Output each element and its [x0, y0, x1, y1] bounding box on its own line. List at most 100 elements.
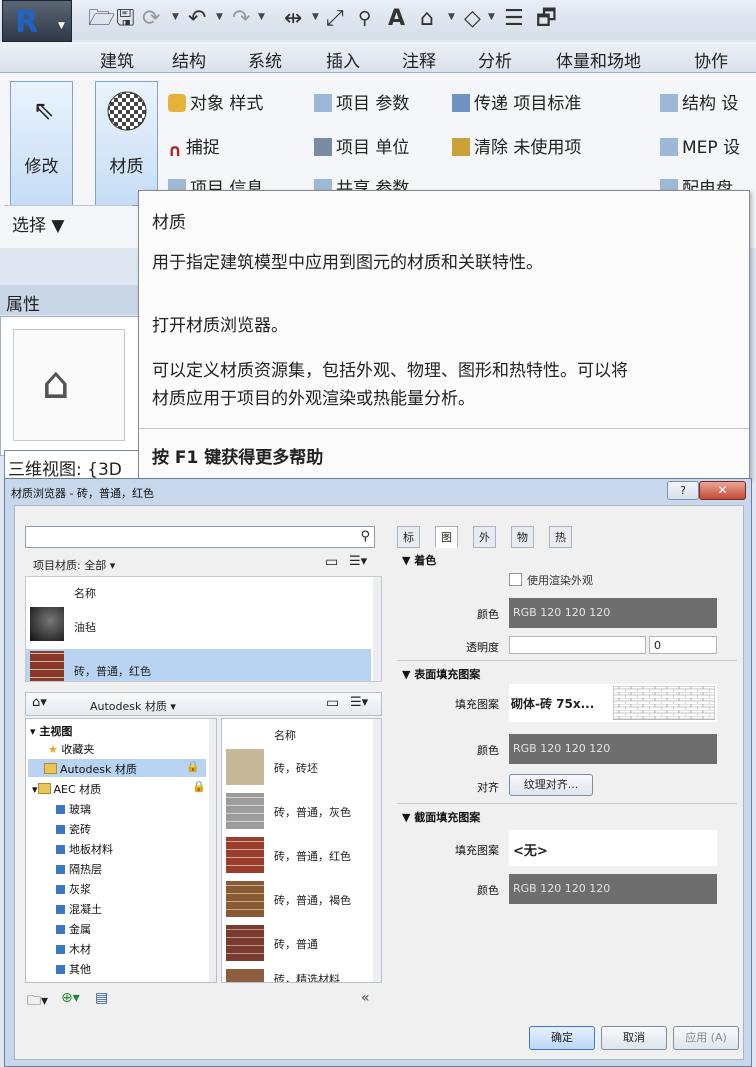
cut-color-swatch[interactable]: RGB 120 120 120: [509, 874, 717, 904]
chevron-down-icon[interactable]: ▼: [258, 12, 265, 22]
close-windows-icon[interactable]: 🗗: [536, 6, 557, 32]
tree-item[interactable]: 其他: [56, 961, 91, 977]
tab-annotate[interactable]: 注释: [402, 47, 436, 72]
tree-aec-materials[interactable]: ▾ AEC 材质: [32, 781, 101, 797]
list-item[interactable]: 砖，普通，灰色: [222, 789, 372, 833]
create-material-icon[interactable]: ⊕▾: [61, 990, 80, 1006]
3d-view-icon[interactable]: ⌂: [420, 6, 434, 32]
dimension-icon[interactable]: ⤢: [326, 6, 344, 32]
save-icon[interactable]: 🖫: [116, 6, 135, 32]
modify-button[interactable]: ⇖ 修改: [10, 81, 73, 206]
tab-massing-site[interactable]: 体量和场地: [556, 47, 641, 72]
tree-item[interactable]: 混凝土: [56, 901, 102, 917]
cancel-button[interactable]: 取消: [601, 1026, 667, 1050]
material-button[interactable]: 材质: [95, 81, 158, 206]
surface-pattern-picker[interactable]: 砌体-砖 75x...: [509, 684, 717, 722]
list-item-selected[interactable]: 砖，普通，红色: [26, 649, 371, 681]
chevron-down-icon[interactable]: ▼: [216, 12, 223, 22]
thin-lines-icon[interactable]: ☰: [504, 6, 524, 32]
tab-systems[interactable]: 系统: [248, 47, 282, 72]
undo-icon[interactable]: ↶: [188, 6, 206, 32]
shading-section[interactable]: ▼ 着色: [402, 552, 436, 568]
tree-autodesk-materials[interactable]: Autodesk 材质 🔒: [28, 759, 206, 777]
open-icon[interactable]: 🗁: [88, 6, 115, 32]
cut-pattern-section[interactable]: ▼ 截面填充图案: [402, 809, 480, 825]
tag-icon[interactable]: ⚲: [358, 6, 371, 32]
surface-pattern-section[interactable]: ▼ 表面填充图案: [402, 666, 480, 682]
help-button[interactable]: ?: [667, 481, 699, 500]
sync-icon[interactable]: ⟳: [142, 6, 160, 32]
panel-toggle-icon[interactable]: ▭: [326, 695, 339, 711]
view-options-icon[interactable]: ☰▾: [350, 695, 368, 710]
tree-item[interactable]: 金属: [56, 921, 91, 937]
cut-pattern-picker[interactable]: <无>: [509, 830, 717, 866]
tree-item[interactable]: 地板材料: [56, 841, 113, 857]
tab-collaborate[interactable]: 协作: [694, 47, 728, 72]
view-options-icon[interactable]: ☰▾: [349, 554, 367, 569]
snaps-button[interactable]: ∩ 捕捉: [168, 133, 220, 161]
project-parameters-button[interactable]: 项目 参数: [314, 89, 409, 114]
list-item[interactable]: 砖，普通，褐色: [222, 877, 372, 921]
tab-graphics[interactable]: 图形: [435, 526, 458, 566]
tab-identity[interactable]: 标识: [397, 526, 420, 566]
transparency-input[interactable]: 0: [649, 636, 717, 654]
text-icon[interactable]: A: [388, 6, 405, 32]
tree-item[interactable]: 玻璃: [56, 801, 91, 817]
tab-insert[interactable]: 插入: [326, 47, 360, 72]
list-item[interactable]: 油毡: [26, 605, 371, 645]
project-filter-dropdown[interactable]: 项目材质: 全部 ▾: [33, 557, 115, 573]
tree-item[interactable]: 瓷砖: [56, 821, 91, 837]
transfer-standards-button[interactable]: 传递 项目标准: [452, 89, 581, 114]
list-item[interactable]: 砖，砖坯: [222, 745, 372, 789]
tree-item[interactable]: 灰浆: [56, 881, 91, 897]
collapse-library-button[interactable]: «: [361, 990, 370, 1006]
ok-button[interactable]: 确定: [529, 1026, 595, 1050]
tab-appearance[interactable]: 外观: [473, 526, 496, 566]
measure-icon[interactable]: ⇹: [284, 6, 302, 32]
search-input[interactable]: ⚲: [25, 526, 375, 548]
shading-color-swatch[interactable]: RGB 120 120 120: [509, 598, 717, 628]
home-icon[interactable]: ⌂▾: [32, 695, 47, 710]
list-item[interactable]: 砖，精选材料: [222, 965, 372, 982]
close-button[interactable]: ✕: [699, 481, 746, 500]
panel-toggle-icon[interactable]: ▭: [325, 554, 338, 570]
scrollbar[interactable]: [373, 577, 381, 681]
tab-physical[interactable]: 物理: [511, 526, 534, 566]
search-icon[interactable]: ⚲: [360, 529, 370, 544]
surface-color-swatch[interactable]: RGB 120 120 120: [509, 734, 717, 764]
view-selector[interactable]: 三维视图: {3D: [4, 450, 144, 480]
purge-unused-button[interactable]: 清除 未使用项: [452, 133, 581, 158]
texture-align-button[interactable]: 纹理对齐...: [509, 774, 593, 796]
list-item[interactable]: 砖，普通: [222, 921, 372, 965]
asset-editor-icon[interactable]: ▤: [95, 990, 108, 1006]
tab-structure[interactable]: 结构: [172, 47, 206, 72]
scrollbar[interactable]: [373, 719, 381, 982]
tab-architecture[interactable]: 建筑: [100, 47, 134, 72]
chevron-down-icon[interactable]: ▼: [312, 12, 319, 22]
object-styles-button[interactable]: 对象 样式: [168, 89, 263, 114]
app-menu-button[interactable]: R ▼: [2, 0, 72, 42]
tree-item[interactable]: 木材: [56, 941, 91, 957]
library-dropdown[interactable]: Autodesk 材质 ▾: [90, 698, 176, 714]
select-panel-dropdown[interactable]: 选择 ▼: [4, 205, 132, 236]
tree-favorites[interactable]: ★ 收藏夹: [48, 741, 94, 757]
transparency-slider[interactable]: [509, 636, 646, 654]
mep-settings-button[interactable]: MEP 设: [660, 133, 740, 158]
tree-home[interactable]: ▾ 主视图: [30, 723, 72, 739]
tab-analyze[interactable]: 分析: [478, 47, 512, 72]
structural-settings-button[interactable]: 结构 设: [660, 89, 738, 114]
redo-icon[interactable]: ↷: [232, 6, 250, 32]
chevron-down-icon[interactable]: ▼: [448, 12, 455, 22]
tab-thermal[interactable]: 热度: [549, 526, 572, 566]
type-selector[interactable]: ⌂: [0, 316, 140, 456]
library-menu-icon[interactable]: 🗀▾: [27, 990, 48, 1014]
chevron-down-icon[interactable]: ▼: [172, 12, 179, 22]
project-units-button[interactable]: 项目 单位: [314, 133, 409, 158]
use-render-checkbox[interactable]: [509, 573, 522, 586]
list-item[interactable]: 砖，普通，红色: [222, 833, 372, 877]
apply-button[interactable]: 应用 (A): [673, 1026, 739, 1050]
section-icon[interactable]: ◇: [464, 6, 481, 32]
scrollbar[interactable]: [209, 719, 216, 982]
tree-item[interactable]: 隔热层: [56, 861, 102, 877]
chevron-down-icon[interactable]: ▼: [488, 12, 495, 22]
